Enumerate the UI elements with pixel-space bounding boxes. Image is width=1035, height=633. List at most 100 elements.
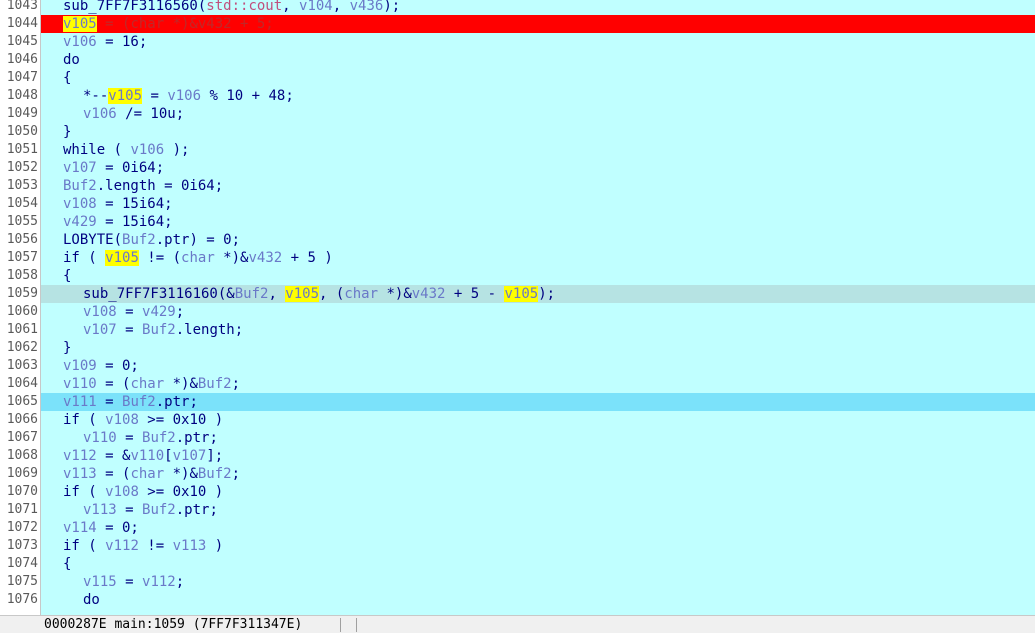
code-token[interactable]: Buf2 (142, 430, 176, 446)
code-token[interactable]: v112 (105, 538, 139, 554)
code-token[interactable]: v109 (63, 358, 97, 374)
highlighted-identifier[interactable]: v105 (285, 286, 320, 302)
code-token[interactable]: v107 (83, 322, 117, 338)
code-token: .length; (175, 322, 244, 338)
code-line[interactable]: if ( v112 != v113 ) (41, 537, 1035, 555)
code-line[interactable]: Buf2.length = 0i64; (41, 177, 1035, 195)
highlighted-identifier[interactable]: v105 (105, 250, 139, 266)
code-line[interactable]: v115 = v112; (41, 573, 1035, 591)
code-token: != ( (138, 250, 182, 266)
code-line[interactable]: if ( v108 >= 0x10 ) (41, 483, 1035, 501)
line-number: 1064 (6, 376, 38, 391)
code-token[interactable]: v429 (142, 304, 176, 320)
code-token[interactable]: v106 (130, 142, 164, 158)
code-token[interactable]: Buf2 (235, 286, 269, 302)
code-token[interactable]: LOBYTE (63, 232, 114, 248)
code-line-text: { (63, 267, 71, 285)
code-token[interactable]: Buf2 (142, 502, 176, 518)
code-token[interactable]: sub_7FF7F3116560 (63, 0, 198, 14)
line-number: 1054 (6, 196, 38, 211)
code-token: = & (96, 448, 131, 464)
code-token: ) (206, 538, 224, 554)
code-token[interactable]: v112 (63, 448, 97, 464)
code-token[interactable]: v110 (83, 430, 117, 446)
code-line-text: } (63, 339, 71, 357)
code-token[interactable]: sub_7FF7F3116160 (83, 286, 218, 302)
code-token[interactable]: v436 (350, 0, 384, 14)
code-line[interactable]: v107 = Buf2.length; (41, 321, 1035, 339)
code-token[interactable]: v432 (248, 250, 282, 266)
highlighted-identifier[interactable]: v105 (63, 16, 97, 32)
code-token[interactable]: v110 (130, 448, 164, 464)
code-token[interactable]: v106 (63, 34, 97, 50)
code-token[interactable]: v106 (167, 88, 201, 104)
code-line[interactable]: sub_7FF7F3116560(std::cout, v104, v436); (41, 0, 1035, 15)
code-token[interactable]: Buf2 (63, 178, 97, 194)
code-line[interactable]: v106 /= 10u; (41, 105, 1035, 123)
code-token: ( (79, 250, 106, 266)
code-line[interactable]: *--v105 = v106 % 10 + 48; (41, 87, 1035, 105)
code-line[interactable]: if ( v105 != (char *)&v432 + 5 ) (41, 249, 1035, 267)
code-area[interactable]: sub_7FF7F3116560(std::cout, v104, v436);… (41, 0, 1035, 615)
highlighted-identifier[interactable]: v105 (108, 88, 143, 104)
code-token[interactable]: v108 (105, 412, 139, 428)
code-token[interactable]: v108 (105, 484, 139, 500)
code-line[interactable]: v113 = (char *)&Buf2; (41, 465, 1035, 483)
highlighted-identifier[interactable]: v105 (504, 286, 539, 302)
code-line[interactable]: v429 = 15i64; (41, 213, 1035, 231)
code-token: ( (79, 484, 106, 500)
code-token: if (63, 484, 80, 500)
code-token[interactable]: v432 (198, 16, 232, 32)
code-token[interactable]: v111 (63, 394, 97, 410)
code-line[interactable]: v107 = 0i64; (41, 159, 1035, 177)
code-token[interactable]: Buf2 (198, 376, 232, 392)
code-line[interactable]: v112 = &v110[v107]; (41, 447, 1035, 465)
code-token[interactable]: v113 (173, 538, 207, 554)
code-token[interactable]: v107 (63, 160, 97, 176)
code-line[interactable]: } (41, 123, 1035, 141)
code-token[interactable]: v432 (412, 286, 446, 302)
code-token[interactable]: v106 (83, 106, 117, 122)
code-token[interactable]: v110 (63, 376, 97, 392)
code-line[interactable]: v114 = 0; (41, 519, 1035, 537)
code-token[interactable]: Buf2 (198, 466, 232, 482)
code-token[interactable]: v104 (299, 0, 333, 14)
code-token[interactable]: v114 (63, 520, 97, 536)
code-token[interactable]: v429 (63, 214, 97, 230)
code-token: >= 0x10 ) (138, 484, 224, 500)
code-token[interactable]: v112 (142, 574, 176, 590)
code-line[interactable]: do (41, 591, 1035, 609)
code-token[interactable]: v107 (173, 448, 207, 464)
code-token: = ( (96, 376, 131, 392)
code-line[interactable]: do (41, 51, 1035, 69)
pseudocode-view[interactable]: 1043 1044 1045 1046 1047 1048 1049 1050 1051 1052… (0, 0, 1035, 615)
code-line[interactable]: v111 = Buf2.ptr; (41, 393, 1035, 411)
code-line[interactable]: v113 = Buf2.ptr; (41, 501, 1035, 519)
code-line[interactable]: while ( v106 ); (41, 141, 1035, 159)
code-line[interactable]: v109 = 0; (41, 357, 1035, 375)
code-line[interactable]: v108 = v429; (41, 303, 1035, 321)
code-line[interactable]: sub_7FF7F3116160(&Buf2, v105, (char *)&v… (41, 285, 1035, 303)
code-token[interactable]: Buf2 (122, 232, 156, 248)
code-line[interactable]: v108 = 15i64; (41, 195, 1035, 213)
code-token[interactable]: v115 (83, 574, 117, 590)
line-number: 1059 (6, 286, 38, 301)
code-line[interactable]: v110 = Buf2.ptr; (41, 429, 1035, 447)
line-number: 1062 (6, 340, 38, 355)
code-token[interactable]: v113 (63, 466, 97, 482)
code-line[interactable]: if ( v108 >= 0x10 ) (41, 411, 1035, 429)
code-line[interactable]: v110 = (char *)&Buf2; (41, 375, 1035, 393)
code-line[interactable]: { (41, 555, 1035, 573)
code-token[interactable]: v108 (83, 304, 117, 320)
code-token[interactable]: Buf2 (142, 322, 176, 338)
code-token[interactable]: Buf2 (122, 394, 156, 410)
code-line[interactable]: } (41, 339, 1035, 357)
line-number: 1057 (6, 250, 38, 265)
code-token[interactable]: v113 (83, 502, 117, 518)
code-line[interactable]: { (41, 267, 1035, 285)
code-line[interactable]: v106 = 16; (41, 33, 1035, 51)
code-line[interactable]: v105 = (char *)&v432 + 5; (41, 15, 1035, 33)
code-token[interactable]: v108 (63, 196, 97, 212)
code-line[interactable]: { (41, 69, 1035, 87)
code-line[interactable]: LOBYTE(Buf2.ptr) = 0; (41, 231, 1035, 249)
